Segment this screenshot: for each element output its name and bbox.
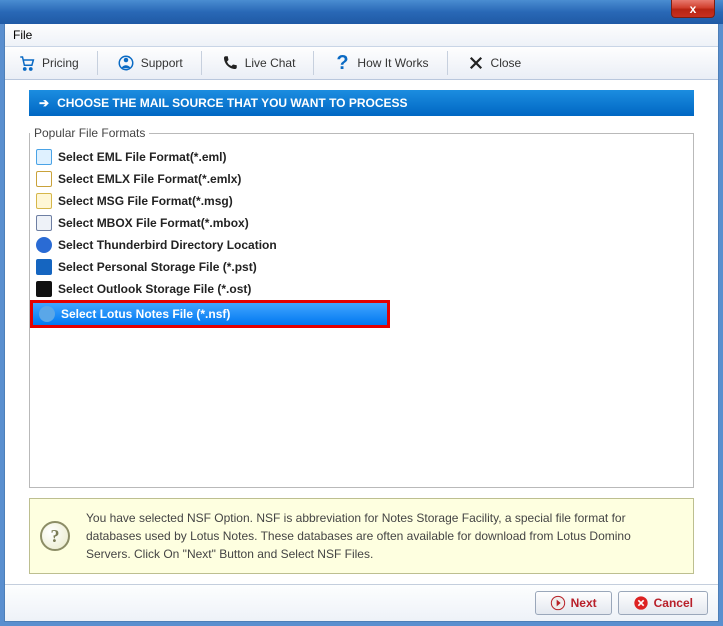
cart-icon (17, 53, 37, 73)
info-icon: ? (40, 521, 70, 551)
question-icon: ? (332, 53, 352, 73)
menubar: File (5, 24, 718, 47)
separator (313, 51, 314, 75)
footer-bar: Next Cancel (5, 584, 718, 621)
format-option-label: Select Outlook Storage File (*.ost) (58, 282, 251, 296)
x-icon (466, 53, 486, 73)
format-option[interactable]: Select Thunderbird Directory Location (30, 234, 693, 256)
next-button-label: Next (571, 596, 597, 610)
toolbar-howitworks-label: How It Works (357, 56, 428, 70)
info-panel: ? You have selected NSF Option. NSF is a… (29, 498, 694, 574)
section-title: CHOOSE THE MAIL SOURCE THAT YOU WANT TO … (57, 96, 407, 110)
format-option[interactable]: Select Personal Storage File (*.pst) (30, 256, 693, 278)
window-titlebar: x (0, 0, 723, 24)
format-option[interactable]: Select Lotus Notes File (*.nsf) (33, 303, 387, 325)
format-option-label: Select EMLX File Format(*.emlx) (58, 172, 241, 186)
cancel-icon (633, 595, 649, 611)
toolbar-pricing-label: Pricing (42, 56, 79, 70)
window-body: File Pricing Support Live Chat ? How It … (4, 24, 719, 622)
file-type-icon (36, 193, 52, 209)
formats-legend: Popular File Formats (30, 126, 149, 140)
format-option[interactable]: Select MBOX File Format(*.mbox) (30, 212, 693, 234)
file-type-icon (36, 215, 52, 231)
format-option-label: Select MBOX File Format(*.mbox) (58, 216, 249, 230)
file-type-icon (36, 171, 52, 187)
separator (201, 51, 202, 75)
format-option-label: Select Personal Storage File (*.pst) (58, 260, 257, 274)
toolbar-close-label: Close (491, 56, 522, 70)
toolbar-livechat[interactable]: Live Chat (216, 51, 300, 75)
close-icon: x (690, 2, 697, 16)
content-area: ➔ CHOOSE THE MAIL SOURCE THAT YOU WANT T… (5, 80, 718, 584)
toolbar-howitworks[interactable]: ? How It Works (328, 51, 432, 75)
file-type-icon (36, 281, 52, 297)
phone-icon (220, 53, 240, 73)
format-option[interactable]: Select EML File Format(*.eml) (30, 146, 693, 168)
arrow-icon: ➔ (39, 96, 49, 110)
toolbar-pricing[interactable]: Pricing (13, 51, 83, 75)
toolbar-support-label: Support (141, 56, 183, 70)
file-type-icon (39, 306, 55, 322)
separator (97, 51, 98, 75)
cancel-button-label: Cancel (654, 596, 693, 610)
next-button[interactable]: Next (535, 591, 612, 615)
highlight-marker: Select Lotus Notes File (*.nsf) (30, 300, 390, 328)
formats-group: Popular File Formats Select EML File For… (29, 126, 694, 488)
toolbar-close[interactable]: Close (462, 51, 526, 75)
format-option-label: Select EML File Format(*.eml) (58, 150, 227, 164)
format-option-label: Select MSG File Format(*.msg) (58, 194, 233, 208)
toolbar-support[interactable]: Support (112, 51, 187, 75)
file-type-icon (36, 149, 52, 165)
format-option-label: Select Lotus Notes File (*.nsf) (61, 307, 230, 321)
window-close-button[interactable]: x (671, 0, 715, 18)
cancel-button[interactable]: Cancel (618, 591, 708, 615)
section-header: ➔ CHOOSE THE MAIL SOURCE THAT YOU WANT T… (29, 90, 694, 116)
info-text: You have selected NSF Option. NSF is abb… (86, 509, 677, 563)
toolbar-livechat-label: Live Chat (245, 56, 296, 70)
file-type-icon (36, 259, 52, 275)
separator (447, 51, 448, 75)
toolbar: Pricing Support Live Chat ? How It Works (5, 47, 718, 80)
format-option[interactable]: Select Outlook Storage File (*.ost) (30, 278, 693, 300)
format-option[interactable]: Select MSG File Format(*.msg) (30, 190, 693, 212)
format-option-label: Select Thunderbird Directory Location (58, 238, 277, 252)
next-icon (550, 595, 566, 611)
format-option[interactable]: Select EMLX File Format(*.emlx) (30, 168, 693, 190)
menu-file[interactable]: File (13, 28, 32, 42)
file-type-icon (36, 237, 52, 253)
support-icon (116, 53, 136, 73)
formats-list: Select EML File Format(*.eml) Select EMLX… (30, 146, 693, 328)
